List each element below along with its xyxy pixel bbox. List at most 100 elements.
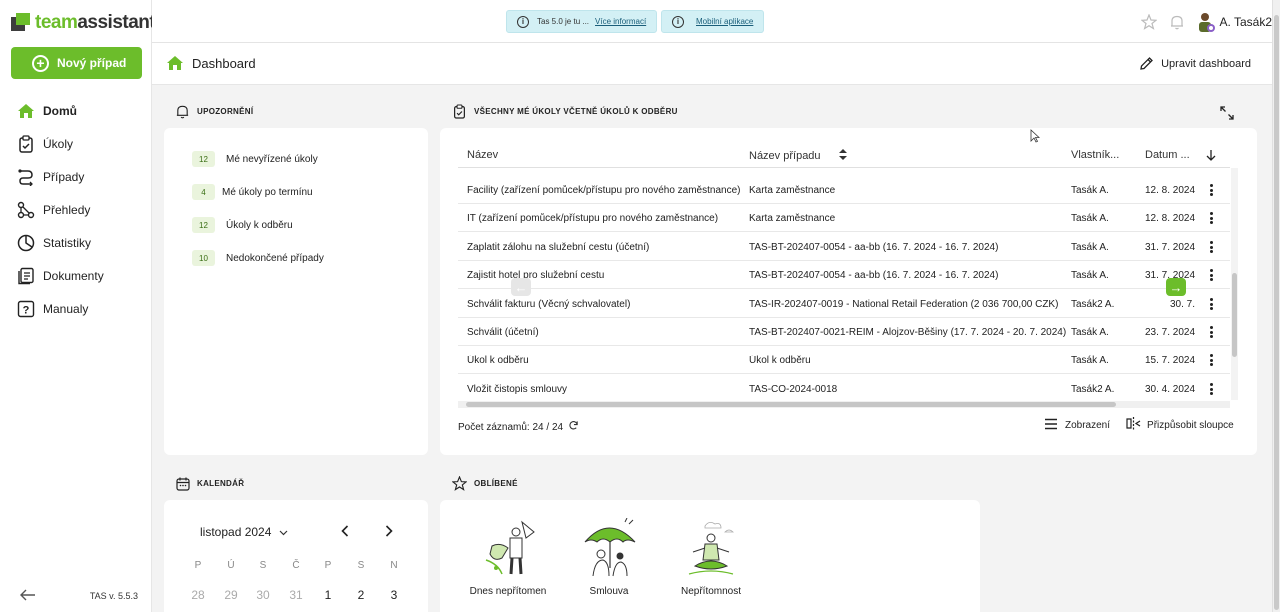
more-options-icon[interactable] (1210, 326, 1213, 338)
record-count: Počet záznamů: 24 / 24 (458, 420, 579, 434)
documents-icon (16, 266, 35, 285)
calendar-day[interactable]: 28 (188, 588, 208, 602)
info-pill-text: Tas 5.0 je tu ... (537, 17, 590, 26)
table-horizontal-scrollbar[interactable] (458, 401, 1230, 408)
info-pill[interactable]: i Tas 5.0 je tu ... Více informací (506, 10, 658, 33)
new-case-button[interactable]: + Nový případ (11, 47, 142, 79)
star-icon (452, 476, 467, 491)
table-vertical-scrollbar[interactable] (1231, 168, 1238, 400)
notification-subscribed-tasks[interactable]: 12 Úkoly k odběru (192, 217, 293, 233)
favorite-absence[interactable]: Nepřítomnost (671, 518, 751, 597)
sort-desc-icon[interactable] (1206, 149, 1216, 161)
favorite-label: Dnes nepřítomen (469, 586, 547, 597)
sidebar: teamassistant + Nový případ Domů Úkoly P… (0, 0, 156, 612)
new-case-label: Nový případ (57, 56, 127, 70)
weekday-label: N (390, 560, 398, 571)
calendar-month-select[interactable]: listopad 2024 (200, 525, 288, 539)
user-name[interactable]: A. Tasák2 (1220, 15, 1272, 29)
calendar-icon (175, 476, 190, 491)
customize-columns-button[interactable]: Přizpůsobit sloupce (1126, 417, 1234, 433)
network-icon (16, 200, 35, 219)
edit-dashboard-label: Upravit dashboard (1161, 57, 1251, 70)
clipboard-icon (452, 104, 467, 119)
more-info-link[interactable]: Více informací (595, 17, 646, 26)
route-icon (16, 167, 35, 186)
calendar-day[interactable]: 31 (286, 588, 306, 602)
logo[interactable]: teamassistant (11, 12, 156, 34)
calendar-title: Kalendář (175, 476, 244, 491)
sort-icon[interactable] (838, 149, 847, 163)
more-options-icon[interactable] (1210, 184, 1213, 196)
sidebar-item-overviews[interactable]: Přehledy (16, 193, 146, 226)
bell-icon (175, 104, 190, 119)
sidebar-item-label: Případy (43, 169, 85, 184)
mobile-app-link[interactable]: Mobilní aplikace (696, 17, 753, 26)
tasks-title: Všechny mé úkoly včetně úkolů k odběru (452, 104, 678, 119)
column-header-name[interactable]: Název (467, 149, 498, 161)
refresh-icon[interactable] (568, 420, 579, 434)
mobile-app-pill[interactable]: i Mobilní aplikace (661, 10, 765, 33)
next-month-button[interactable] (382, 524, 396, 542)
favorite-label: Smlouva (589, 586, 629, 597)
sidebar-item-documents[interactable]: Dokumenty (16, 259, 146, 292)
table-row[interactable]: Úkol k odběru Úkol k odběru Tasák A. 15.… (458, 346, 1230, 374)
sidebar-item-home[interactable]: Domů (16, 94, 146, 127)
notification-overdue-tasks[interactable]: 4 Mé úkoly po termínu (192, 184, 313, 200)
more-options-icon[interactable] (1210, 269, 1213, 281)
sidebar-item-cases[interactable]: Případy (16, 160, 146, 193)
more-options-icon[interactable] (1210, 241, 1213, 253)
avatar[interactable] (1196, 11, 1216, 33)
notification-my-pending-tasks[interactable]: 12 Mé nevyřízené úkoly (192, 151, 318, 167)
edit-dashboard-button[interactable]: Upravit dashboard (1139, 56, 1251, 71)
calendar-day[interactable]: 3 (384, 588, 404, 602)
favorite-absent-today[interactable]: Dnes nepřítomen (468, 518, 548, 597)
chevron-down-icon (279, 525, 288, 539)
count-badge: 12 (192, 151, 215, 167)
page-scrollbar[interactable] (1272, 0, 1280, 612)
favorite-contract[interactable]: Smlouva (569, 518, 649, 597)
view-button[interactable]: Zobrazení (1044, 418, 1110, 433)
star-icon[interactable] (1140, 13, 1158, 31)
weekday-label: Ú (227, 560, 235, 571)
more-options-icon[interactable] (1210, 383, 1213, 395)
notification-label: Mé nevyřízené úkoly (226, 153, 318, 165)
table-row[interactable]: IT (zařízení pomůcek/přístupu pro nového… (458, 204, 1230, 232)
notification-unfinished-cases[interactable]: 10 Nedokončené případy (192, 250, 324, 266)
collapse-sidebar-icon[interactable] (20, 589, 36, 603)
weekday-label: P (324, 560, 332, 571)
logo-text: teamassistant (35, 12, 156, 33)
sidebar-item-statistics[interactable]: Statistiky (16, 226, 146, 259)
pencil-icon (1139, 56, 1154, 71)
sidebar-item-tasks[interactable]: Úkoly (16, 127, 146, 160)
table-actions: Zobrazení Přizpůsobit sloupce (1044, 417, 1234, 433)
sidebar-item-manuals[interactable]: ? Manualy (16, 292, 146, 325)
table-row[interactable]: Schválit (účetní) TAS-BT-202407-0021-REI… (458, 318, 1230, 346)
table-row[interactable]: Zaplatit zálohu na služební cestu (účetn… (458, 233, 1230, 261)
scroll-left-button[interactable]: ← (511, 278, 531, 296)
plus-icon: + (32, 54, 49, 72)
calendar-day[interactable]: 30 (253, 588, 273, 602)
notification-label: Mé úkoly po termínu (222, 186, 313, 198)
sidebar-footer: TAS v. 5.5.3 (20, 589, 138, 603)
columns-icon (1126, 417, 1141, 433)
column-header-case-name[interactable]: Název případu (749, 149, 847, 163)
column-header-owner[interactable]: Vlastník... (1071, 149, 1119, 161)
expand-icon[interactable] (1220, 106, 1234, 123)
table-row[interactable]: Schválit fakturu (Věcný schvalovatel) TA… (458, 290, 1230, 318)
pie-chart-icon (16, 233, 35, 252)
weekday-label: Č (292, 560, 300, 571)
table-row[interactable]: Vložit čistopis smlouvy TAS-CO-2024-0018… (458, 375, 1230, 398)
table-row[interactable]: Zajistit hotel pro služební cestu TAS-BT… (458, 261, 1230, 289)
scroll-right-button[interactable]: → (1166, 278, 1186, 296)
more-options-icon[interactable] (1210, 354, 1213, 366)
column-header-date[interactable]: Datum ... (1145, 149, 1190, 161)
calendar-day[interactable]: 1 (318, 588, 338, 602)
calendar-day[interactable]: 2 (351, 588, 371, 602)
more-options-icon[interactable] (1210, 298, 1213, 310)
more-options-icon[interactable] (1210, 212, 1213, 224)
table-row[interactable]: Facility (zařízení pomůcek/přístupu pro … (458, 176, 1230, 204)
bell-icon[interactable] (1168, 13, 1186, 31)
calendar-day[interactable]: 29 (221, 588, 241, 602)
previous-month-button[interactable] (338, 524, 352, 542)
info-icon: i (517, 15, 529, 28)
